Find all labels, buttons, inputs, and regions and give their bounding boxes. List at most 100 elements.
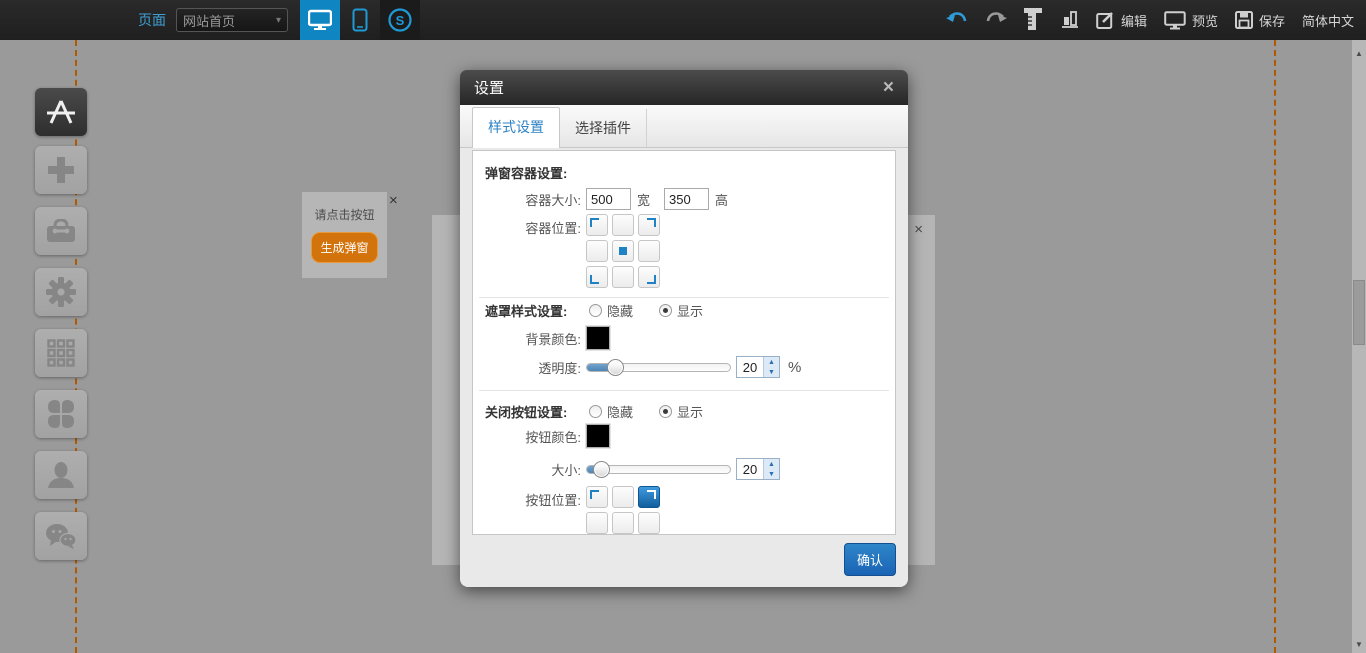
container-position-grid	[586, 214, 660, 288]
mask-opacity-input[interactable]	[737, 357, 763, 377]
close-button-show-radio[interactable]: 显示	[659, 402, 703, 421]
slider-handle[interactable]	[607, 359, 624, 376]
close-button-hide-radio[interactable]: 隐藏	[589, 402, 633, 421]
undo-icon	[946, 11, 968, 26]
tab-style-settings[interactable]: 样式设置	[472, 107, 560, 148]
widget-close-icon[interactable]: ×	[389, 192, 398, 209]
mobile-icon	[352, 8, 368, 32]
redo-button[interactable]	[985, 11, 1007, 29]
mask-show-radio[interactable]: 显示	[659, 301, 703, 320]
sidebar-item-toolbox[interactable]	[35, 207, 87, 255]
page-select[interactable]: 网站首页 ▾	[176, 8, 288, 32]
mask-color-swatch[interactable]	[586, 326, 610, 350]
popup-trigger-widget[interactable]: 请点击按钮 生成弹窗	[302, 192, 387, 278]
mask-show-label: 显示	[677, 301, 703, 320]
generate-popup-button[interactable]: 生成弹窗	[311, 232, 377, 263]
save-button-label: 保存	[1259, 11, 1285, 30]
close-button-size-slider[interactable]	[586, 465, 731, 474]
save-button[interactable]: 保存	[1235, 11, 1285, 30]
scroll-down-icon[interactable]: ▼	[1352, 637, 1366, 651]
sidebar-item-settings[interactable]	[35, 268, 87, 316]
desktop-view-button[interactable]	[300, 0, 340, 40]
radio-checked-icon	[659, 304, 672, 317]
position-cell-center[interactable]	[612, 512, 634, 534]
scroll-up-icon[interactable]: ▲	[1352, 46, 1366, 60]
position-cell-top-right-selected[interactable]	[638, 486, 660, 508]
position-cell-bottom-right[interactable]	[638, 266, 660, 288]
position-cell-right[interactable]	[638, 512, 660, 534]
sidebar-item-wechat[interactable]	[35, 512, 87, 560]
sidebar-item-user[interactable]	[35, 451, 87, 499]
sidebar-item-add[interactable]	[35, 146, 87, 194]
dialog-tab-bar: 样式设置 选择插件	[460, 105, 908, 148]
ruler-icon	[1024, 8, 1044, 30]
close-button-position-grid	[586, 486, 660, 535]
svg-text:S: S	[396, 13, 405, 28]
close-button-hide-label: 隐藏	[607, 402, 633, 421]
position-cell-top-left[interactable]	[586, 214, 608, 236]
plus-icon	[47, 156, 75, 184]
slider-handle[interactable]	[593, 461, 610, 478]
ruler-button[interactable]	[1024, 8, 1044, 33]
dialog-header[interactable]: 设置 ×	[460, 70, 908, 105]
position-cell-left[interactable]	[586, 512, 608, 534]
user-icon	[47, 461, 75, 489]
mask-opacity-label: 透明度:	[485, 358, 581, 377]
position-cell-bottom[interactable]	[612, 266, 634, 288]
spin-up-icon[interactable]: ▲	[764, 357, 779, 367]
link-mode-button[interactable]: S	[380, 0, 420, 40]
position-cell-top-left[interactable]	[586, 486, 608, 508]
close-button-size-label: 大小:	[485, 460, 581, 479]
page-scrollbar[interactable]: ▲ ▼	[1352, 40, 1366, 653]
close-button-position-label: 按钮位置:	[485, 490, 581, 509]
preview-button-label: 预览	[1192, 11, 1218, 30]
design-tools-icon	[45, 99, 77, 125]
container-size-label: 容器大小:	[485, 190, 581, 209]
container-height-input[interactable]	[664, 188, 709, 210]
corner-top-right-icon	[647, 490, 656, 499]
spin-down-icon[interactable]: ▼	[764, 469, 779, 479]
spin-down-icon[interactable]: ▼	[764, 367, 779, 377]
panel-close-icon[interactable]: ×	[914, 221, 923, 238]
link-icon: S	[387, 7, 413, 33]
sidebar-item-modules[interactable]	[35, 329, 87, 377]
position-cell-top-right[interactable]	[638, 214, 660, 236]
sidebar-item-design[interactable]	[35, 88, 87, 136]
mask-section-title: 遮罩样式设置:	[485, 301, 589, 320]
position-cell-right[interactable]	[638, 240, 660, 262]
edit-button-label: 编辑	[1121, 11, 1147, 30]
toolbar-right-group: 编辑 预览 保存 简体中文	[946, 0, 1354, 40]
gear-icon	[46, 277, 76, 307]
tab-choose-plugin[interactable]: 选择插件	[560, 109, 647, 147]
position-cell-top[interactable]	[612, 486, 634, 508]
corner-top-left-icon	[590, 490, 599, 499]
position-cell-left[interactable]	[586, 240, 608, 262]
mask-opacity-slider[interactable]	[586, 363, 731, 372]
position-cell-top[interactable]	[612, 214, 634, 236]
mask-hide-radio[interactable]: 隐藏	[589, 301, 633, 320]
corner-top-left-icon	[590, 218, 599, 227]
dialog-footer: 确认	[460, 535, 908, 583]
preview-button[interactable]: 预览	[1164, 11, 1218, 30]
close-button-size-spinbox: ▲ ▼	[736, 458, 780, 480]
language-switch[interactable]: 简体中文	[1302, 11, 1354, 30]
container-width-input[interactable]	[586, 188, 631, 210]
monitor-icon	[1164, 11, 1186, 30]
edit-icon	[1096, 11, 1115, 30]
close-button-size-input[interactable]	[737, 459, 763, 479]
edit-button[interactable]: 编辑	[1096, 11, 1147, 30]
close-button-color-swatch[interactable]	[586, 424, 610, 448]
height-unit-label: 高	[715, 190, 728, 209]
sidebar-item-plugins[interactable]	[35, 390, 87, 438]
stats-button[interactable]	[1061, 9, 1079, 31]
scrollbar-thumb[interactable]	[1353, 280, 1365, 345]
position-cell-center[interactable]	[612, 240, 634, 262]
dialog-close-icon[interactable]: ×	[883, 78, 894, 97]
radio-unchecked-icon	[589, 304, 602, 317]
mobile-view-button[interactable]	[340, 0, 380, 40]
position-cell-bottom-left[interactable]	[586, 266, 608, 288]
radio-checked-icon	[659, 405, 672, 418]
spin-up-icon[interactable]: ▲	[764, 459, 779, 469]
confirm-button[interactable]: 确认	[844, 543, 896, 576]
undo-button[interactable]	[946, 11, 968, 29]
